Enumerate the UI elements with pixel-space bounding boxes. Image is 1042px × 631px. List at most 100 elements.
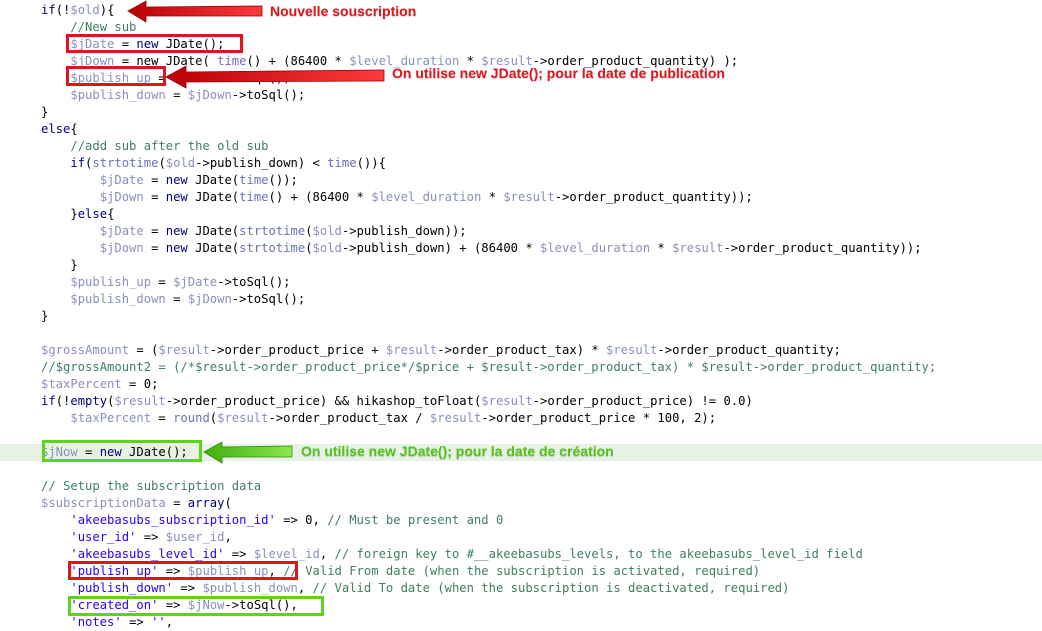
code-token: , [165, 615, 174, 629]
code-token: else [77, 207, 108, 221]
code-token: JDate(); [121, 445, 188, 459]
code-token: = [165, 496, 188, 510]
code-line: 'akeebasubs_subscription_id' => 0, // Mu… [0, 512, 1042, 529]
code-token: new [165, 190, 188, 204]
code-token: = [165, 88, 188, 102]
code-token: , [297, 581, 313, 595]
code-token: $taxPercent [41, 377, 122, 391]
code-line: 'created_on' => $jNow->toSql(), [0, 597, 1042, 614]
code-token: $result [217, 411, 269, 425]
code-editor[interactable]: if(!$old){ //New sub $jDate = new JDate(… [0, 0, 1042, 629]
code-token: ->toSql(); [217, 275, 291, 289]
code-line: if(!$old){ [0, 2, 1042, 19]
code-line: $jDate = new JDate(time()); [0, 172, 1042, 189]
code-token: //add sub after the old sub [70, 139, 269, 153]
code-token: $publish_down [202, 581, 298, 595]
code-line: $grossAmount = ($result->order_product_p… [0, 342, 1042, 359]
code-token: = ( [129, 343, 159, 357]
code-token: ( [224, 496, 232, 510]
code-token: $grossAmount [41, 343, 130, 357]
code-token: $jDate [99, 173, 144, 187]
code-token: $publish_down [70, 88, 166, 102]
annotation-publish-date: On utilise new JDate(); pour la date de … [392, 65, 725, 81]
code-token: $result [672, 241, 724, 255]
code-token: => 0, [275, 513, 328, 527]
code-token: $level_duration [540, 241, 651, 255]
code-line: //add sub after the old sub [0, 138, 1042, 155]
code-token: 'notes' [70, 615, 122, 629]
code-line: } [0, 257, 1042, 274]
code-line: $jDown = new JDate(strtotime($old->publi… [0, 240, 1042, 257]
code-token: ->order_product_quantity; [657, 343, 841, 357]
code-token: new [165, 224, 188, 238]
code-token: // Valid From date (when the subscriptio… [283, 564, 761, 578]
code-token: = [151, 71, 174, 85]
code-line: $subscriptionData = array( [0, 495, 1042, 512]
code-token: '' [151, 615, 166, 629]
code-token: array [187, 496, 225, 510]
code-token: if [41, 3, 56, 17]
code-line: }else{ [0, 206, 1042, 223]
code-token: ->toSql(), [224, 598, 298, 612]
code-line: $jDate = new JDate(strtotime($old->publi… [0, 223, 1042, 240]
code-line: //New sub [0, 19, 1042, 36]
code-token: ->order_product_price) && hikashop_toFlo… [165, 394, 482, 408]
code-token: time [217, 54, 247, 68]
code-line: } [0, 104, 1042, 121]
code-token: } [41, 105, 49, 119]
code-token: ->toSql(); [231, 292, 306, 306]
code-token: () + (86400 * [246, 54, 350, 68]
code-token: new [99, 445, 122, 459]
code-token: , [224, 530, 232, 544]
code-token: => [136, 530, 166, 544]
code-token: // foreign key to #__akeebasubs_levels, … [334, 547, 863, 561]
code-token: = new JDate( [114, 54, 218, 68]
code-token: 'created_on' [70, 598, 159, 612]
code-token: = [165, 292, 188, 306]
code-token: { [107, 207, 115, 221]
code-token: () + (86400 * [268, 190, 372, 204]
code-token: $result [503, 190, 555, 204]
code-token: if [41, 394, 56, 408]
code-token: //$grossAmount2 = (/*$result->order_prod… [41, 360, 937, 374]
code-token: $jDown [99, 190, 144, 204]
code-token: ->toSql(); [217, 71, 291, 85]
annotation-new-subscription: Nouvelle souscription [270, 3, 417, 19]
code-token: (! [55, 394, 71, 408]
code-token: } [70, 258, 78, 272]
code-token: } [41, 309, 49, 323]
code-token: = [143, 241, 166, 255]
code-token: ->order_product_tax) * [437, 343, 607, 357]
code-token: $user_id [165, 530, 225, 544]
code-token: $publish_up [187, 564, 269, 578]
code-token: new [165, 173, 188, 187]
code-line: // Setup the subscription data [0, 478, 1042, 495]
code-token: strtotime [92, 156, 159, 170]
code-token: ()); [268, 173, 298, 187]
code-token: $taxPercent [70, 411, 152, 425]
code-token: $publish_down [70, 292, 166, 306]
code-token: $jDown [70, 54, 115, 68]
code-token: strtotime [239, 224, 306, 238]
code-token: $result [606, 343, 658, 357]
code-token: $old [312, 241, 342, 255]
code-token: if [70, 156, 86, 170]
code-token: //New sub [70, 20, 137, 34]
code-token: ){ [99, 3, 115, 17]
code-token: 'publish_down' [70, 581, 174, 595]
code-token: $level_duration [371, 190, 482, 204]
code-token: $old [312, 224, 342, 238]
code-token: ->publish_down) < [195, 156, 328, 170]
